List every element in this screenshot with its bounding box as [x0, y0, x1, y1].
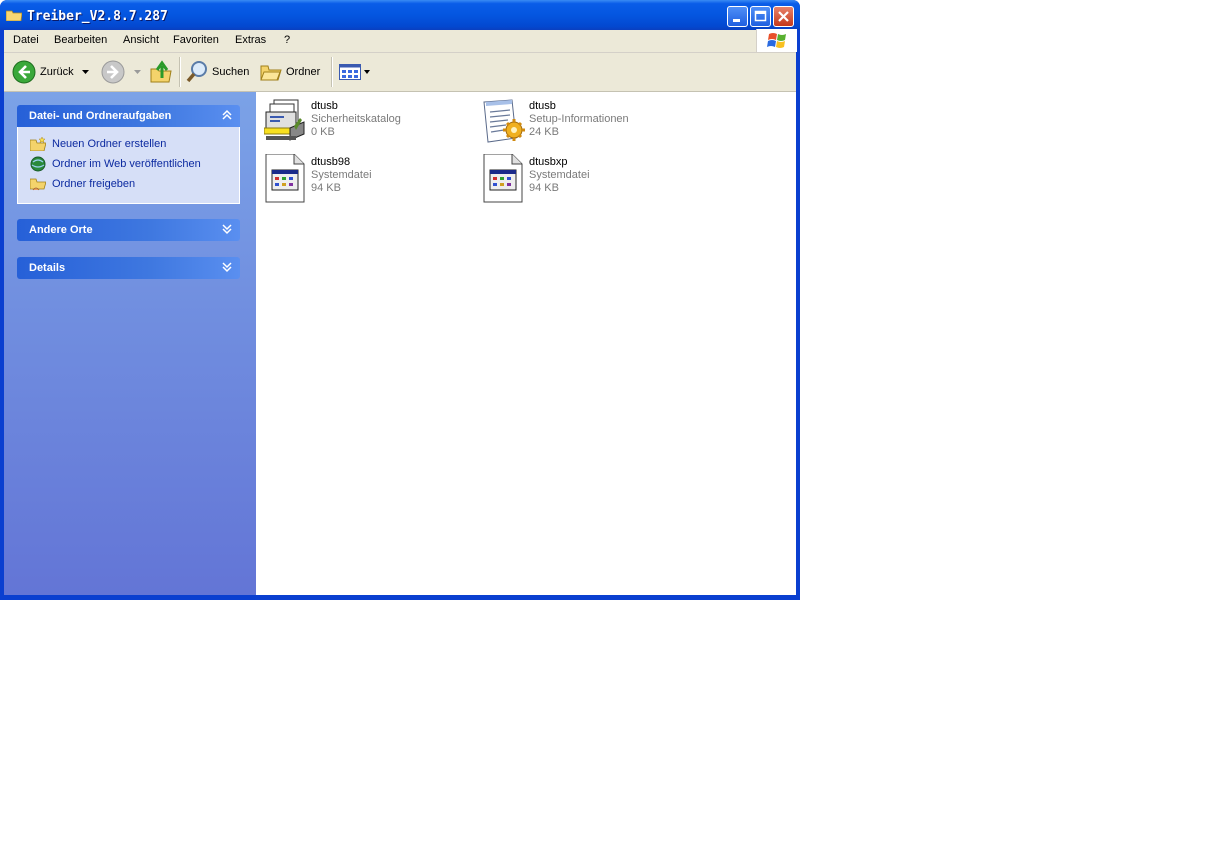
folders-button[interactable]: Ordner — [260, 60, 320, 84]
chevron-down-icon[interactable] — [220, 260, 234, 274]
file-name: dtusb — [311, 100, 338, 112]
windows-flag-icon — [767, 33, 786, 48]
system-file-icon — [483, 154, 523, 203]
views-button[interactable] — [339, 60, 370, 84]
menu-extras[interactable]: Extras — [235, 34, 266, 46]
file-type: Setup-Informationen — [529, 113, 629, 125]
file-size: 94 KB — [311, 182, 341, 194]
file-size: 0 KB — [311, 126, 335, 138]
folder-icon — [6, 10, 22, 21]
file-item[interactable]: dtusb Setup-Informationen 24 KB — [482, 98, 692, 150]
file-item[interactable]: dtusb Sicherheitskatalog 0 KB — [264, 98, 474, 150]
search-button[interactable]: Suchen — [186, 60, 249, 84]
share-folder-icon — [30, 178, 46, 191]
file-list-area[interactable]: dtusb Sicherheitskatalog 0 KB dtusb Setu… — [256, 92, 796, 595]
task-publish-web[interactable]: Ordner im Web veröffentlichen — [30, 156, 201, 172]
back-button[interactable]: Zurück — [12, 60, 89, 84]
task-pane: Datei- und Ordneraufgaben Neuen Ordner e… — [4, 92, 256, 595]
system-file-icon — [265, 154, 305, 203]
security-catalog-icon — [264, 99, 305, 141]
minimize-button[interactable] — [727, 6, 748, 27]
menu-favoriten[interactable]: Favoriten — [173, 34, 219, 46]
task-label: Neuen Ordner erstellen — [52, 138, 167, 150]
task-label: Ordner freigeben — [52, 178, 136, 190]
file-name: dtusb — [529, 100, 556, 112]
maximize-button[interactable] — [750, 6, 771, 27]
file-size: 24 KB — [529, 126, 559, 138]
file-type: Sicherheitskatalog — [311, 113, 401, 125]
chevron-down-icon — [364, 70, 370, 74]
group-title: Details — [29, 262, 66, 274]
new-folder-icon — [30, 137, 46, 151]
search-label: Suchen — [212, 66, 250, 78]
file-size: 94 KB — [529, 182, 559, 194]
menu-bearbeiten[interactable]: Bearbeiten — [54, 34, 107, 46]
file-name: dtusb98 — [311, 156, 351, 168]
chevron-down-icon[interactable] — [220, 222, 234, 236]
file-item[interactable]: dtusb98 Systemdatei 94 KB — [264, 154, 474, 206]
group-title: Datei- und Ordneraufgaben — [29, 110, 172, 122]
back-label: Zurück — [40, 66, 74, 78]
menu-bar: Datei Bearbeiten Ansicht Favoriten Extra… — [4, 29, 797, 53]
close-icon — [778, 11, 789, 22]
task-new-folder[interactable]: Neuen Ordner erstellen — [30, 136, 166, 152]
file-type: Systemdatei — [529, 169, 590, 181]
back-arrow-icon — [12, 60, 36, 84]
forward-arrow-icon — [101, 60, 125, 84]
file-folder-tasks-header[interactable]: Datei- und Ordneraufgaben — [17, 105, 240, 127]
menu-ansicht[interactable]: Ansicht — [123, 34, 159, 46]
file-item[interactable]: dtusbxp Systemdatei 94 KB — [482, 154, 692, 206]
file-name: dtusbxp — [529, 156, 568, 168]
maximize-icon — [754, 10, 767, 22]
search-icon — [186, 61, 207, 83]
close-button[interactable] — [773, 6, 794, 27]
file-folder-tasks-body: Neuen Ordner erstellen Ordner im Web ver… — [17, 127, 240, 204]
minimize-icon — [733, 19, 740, 22]
other-places-header[interactable]: Andere Orte — [17, 219, 240, 241]
up-folder-icon — [150, 60, 172, 83]
window-title: Treiber_V2.8.7.287 — [27, 9, 168, 24]
file-type: Systemdatei — [311, 169, 372, 181]
title-bar[interactable]: Treiber_V2.8.7.287 — [0, 0, 800, 30]
chevron-up-icon[interactable] — [220, 108, 234, 122]
task-label: Ordner im Web veröffentlichen — [52, 158, 201, 170]
toolbar-separator — [179, 57, 181, 87]
chevron-down-icon[interactable] — [134, 70, 141, 74]
up-folder-button[interactable] — [150, 60, 172, 84]
web-publish-icon — [30, 156, 46, 172]
toolbar: Zurück Suchen Ordner — [4, 53, 796, 92]
toolbar-separator — [331, 57, 333, 87]
setup-info-icon — [483, 99, 525, 143]
forward-button[interactable] — [101, 60, 141, 84]
chevron-down-icon[interactable] — [81, 70, 89, 74]
windows-logo — [756, 29, 797, 52]
views-icon — [339, 64, 361, 80]
menu-help[interactable]: ? — [284, 34, 290, 46]
task-share-folder[interactable]: Ordner freigeben — [30, 176, 135, 192]
folders-icon — [260, 65, 282, 81]
explorer-window: Treiber_V2.8.7.287 Datei Bearbeiten Ansi… — [0, 0, 800, 600]
menu-datei[interactable]: Datei — [13, 34, 39, 46]
group-title: Andere Orte — [29, 224, 93, 236]
folders-label: Ordner — [286, 66, 321, 78]
details-header[interactable]: Details — [17, 257, 240, 279]
